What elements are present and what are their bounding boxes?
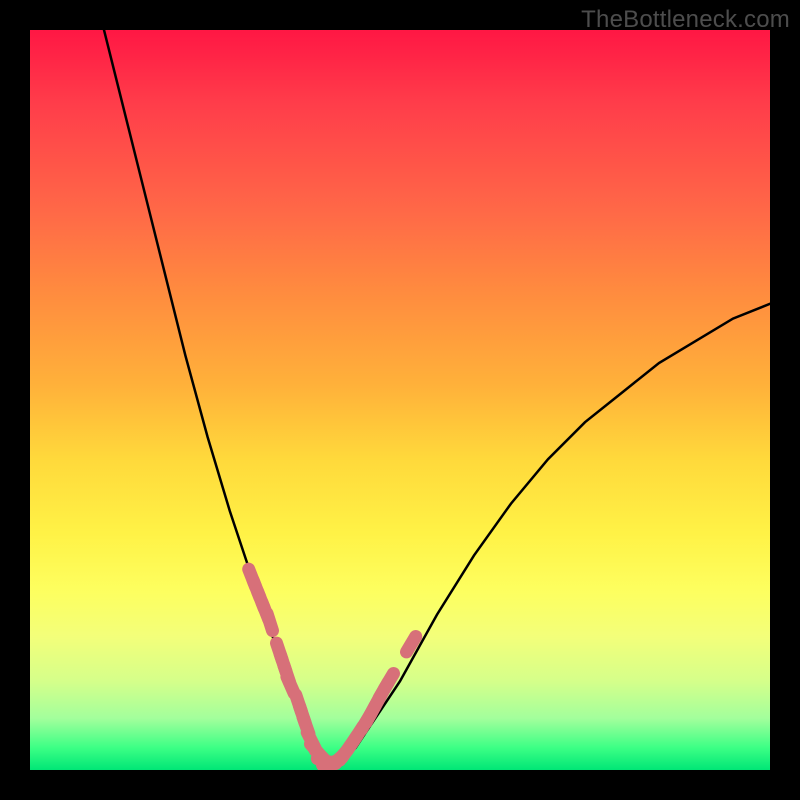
chart-plot-area (30, 30, 770, 770)
scatter-points-group (249, 569, 416, 767)
bottleneck-curve-svg (30, 30, 770, 770)
scatter-point (407, 637, 416, 652)
scatter-point (384, 674, 393, 689)
bottleneck-curve-line (104, 30, 770, 763)
scatter-point (267, 613, 273, 630)
watermark-label: TheBottleneck.com (581, 6, 790, 34)
